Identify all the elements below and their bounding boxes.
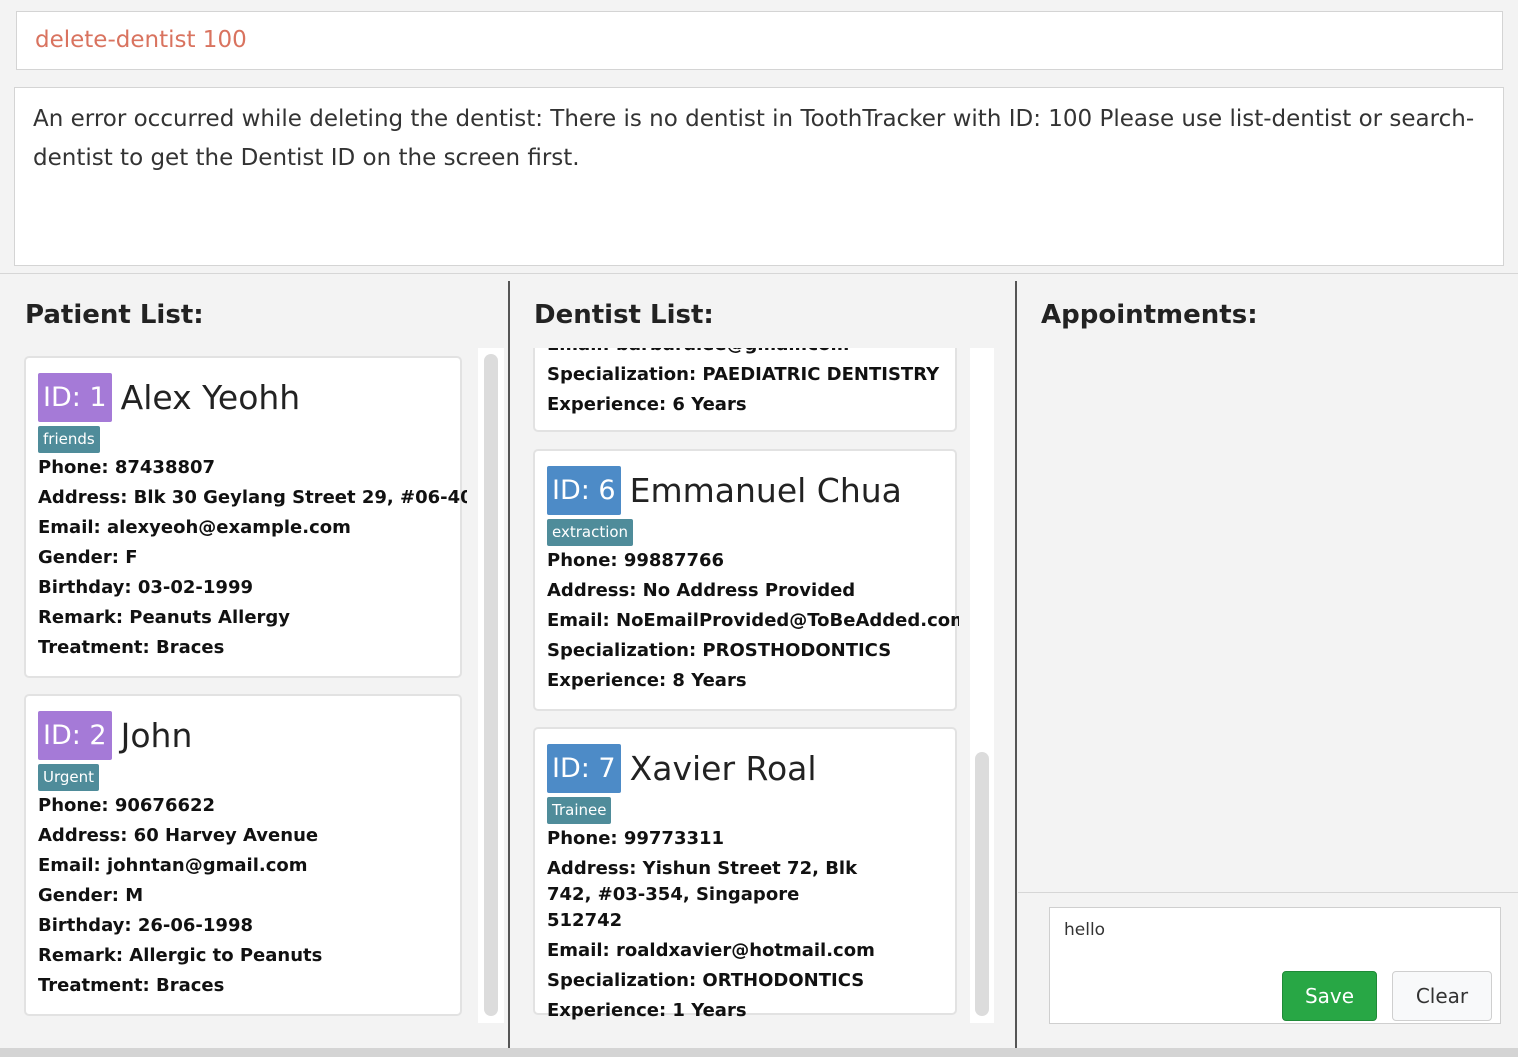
- dentist-phone: Phone: 99887766: [547, 550, 725, 571]
- dentist-list: Email: barbaralee@gmail.com Specializati…: [532, 348, 959, 1023]
- patient-card[interactable]: ID: 1 Alex Yeohh friends Phone: 87438807…: [24, 356, 467, 678]
- patient-card[interactable]: ID: 2 John Urgent Phone: 90676622 Addres…: [24, 694, 462, 1016]
- patient-card-header: ID: 1 Alex Yeohh: [38, 372, 448, 422]
- dentist-card-header: ID: 6 Emmanuel Chua: [547, 465, 943, 515]
- panel-divider-left: [508, 281, 510, 1048]
- dentist-list-scrollbar[interactable]: [970, 348, 994, 1023]
- patient-id-badge: ID: 1: [38, 372, 112, 422]
- top-separator: [0, 273, 1518, 274]
- patient-treatment: Treatment: Braces: [38, 975, 225, 996]
- dentist-experience: Experience: 6 Years: [547, 394, 747, 415]
- dentist-specialization: Specialization: PAEDIATRIC DENTISTRY: [547, 364, 940, 385]
- clear-button[interactable]: Clear: [1392, 971, 1492, 1021]
- save-button[interactable]: Save: [1282, 971, 1377, 1021]
- dentist-id-badge: ID: 6: [547, 465, 621, 515]
- appointments-title: Appointments:: [1041, 300, 1258, 330]
- dentist-specialization: Specialization: PROSTHODONTICS: [547, 640, 892, 661]
- patient-email: Email: johntan@gmail.com: [38, 855, 308, 876]
- patient-phone: Phone: 87438807: [38, 457, 216, 478]
- dentist-list-scroll-thumb[interactable]: [975, 752, 989, 1016]
- patient-birthday: Birthday: 03-02-1999: [38, 577, 253, 598]
- patient-gender: Gender: M: [38, 885, 144, 906]
- dentist-experience: Experience: 1 Years: [547, 1000, 747, 1021]
- patient-remark: Remark: Peanuts Allergy: [38, 607, 291, 628]
- patient-tag: friends: [38, 426, 100, 453]
- patient-name: John: [120, 715, 193, 755]
- dentist-address: Address: No Address Provided: [547, 580, 856, 601]
- patient-phone: Phone: 90676622: [38, 795, 216, 816]
- dentist-id-badge: ID: 7: [547, 743, 621, 793]
- patient-list-scroll-thumb[interactable]: [484, 354, 498, 1016]
- dentist-tag: extraction: [547, 519, 634, 546]
- patient-id-badge: ID: 2: [38, 710, 112, 760]
- result-display: An error occurred while deleting the den…: [14, 87, 1504, 266]
- patient-card-header: ID: 2 John: [38, 710, 448, 760]
- patient-list-title: Patient List:: [25, 300, 204, 330]
- dentist-name: Emmanuel Chua: [629, 470, 902, 510]
- patient-list-scrollbar[interactable]: [478, 348, 504, 1023]
- dentist-experience: Experience: 8 Years: [547, 670, 747, 691]
- dentist-name: Xavier Roal: [629, 748, 817, 788]
- dentist-card[interactable]: ID: 7 Xavier Roal Trainee Phone: 9977331…: [533, 727, 957, 1021]
- dentist-specialization: Specialization: ORTHODONTICS: [547, 970, 865, 991]
- dentist-list-title: Dentist List:: [534, 300, 714, 330]
- patient-tag: Urgent: [38, 764, 100, 791]
- patient-treatment: Treatment: Braces: [38, 637, 225, 658]
- window-bottom-bar: [0, 1048, 1518, 1057]
- patient-gender: Gender: F: [38, 547, 138, 568]
- patient-remark: Remark: Allergic to Peanuts: [38, 945, 323, 966]
- dentist-card[interactable]: ID: 6 Emmanuel Chua extraction Phone: 99…: [533, 449, 959, 711]
- dentist-email: Email: roaldxavier@hotmail.com: [547, 940, 875, 961]
- patient-birthday: Birthday: 26-06-1998: [38, 915, 253, 936]
- patient-email: Email: alexyeoh@example.com: [38, 517, 351, 538]
- panel-divider-right: [1015, 281, 1017, 1048]
- dentist-email: Email: NoEmailProvided@ToBeAdded.com: [547, 610, 959, 631]
- dentist-phone: Phone: 99773311: [547, 828, 725, 849]
- command-input[interactable]: delete-dentist 100: [16, 11, 1503, 70]
- patient-address: Address: 60 Harvey Avenue: [38, 825, 319, 846]
- patient-address: Address: Blk 30 Geylang Street 29, #06-4…: [38, 487, 467, 508]
- dentist-card-header: ID: 7 Xavier Roal: [547, 743, 943, 793]
- dentist-email: Email: barbaralee@gmail.com: [547, 348, 943, 360]
- patient-name: Alex Yeohh: [120, 377, 301, 417]
- dentist-tag: Trainee: [547, 797, 612, 824]
- patient-list: ID: 1 Alex Yeohh friends Phone: 87438807…: [22, 348, 467, 1023]
- dentist-address: Address: Yishun Street 72, Blk 742, #03-…: [547, 858, 858, 931]
- dentist-card[interactable]: Email: barbaralee@gmail.com Specializati…: [533, 348, 957, 432]
- appointments-separator: [1018, 892, 1518, 893]
